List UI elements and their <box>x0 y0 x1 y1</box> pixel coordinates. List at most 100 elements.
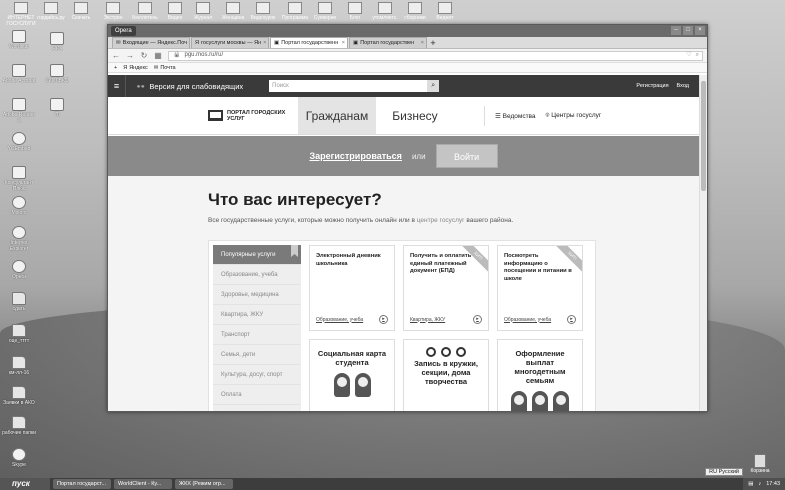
desktop-icon[interactable]: Скачать <box>66 2 96 21</box>
hamburger-menu-icon[interactable]: ≡ <box>108 75 126 97</box>
desktop-icon[interactable]: сборники <box>400 2 430 21</box>
play-icon[interactable]: ▸ <box>567 315 576 324</box>
close-tab-icon[interactable]: × <box>263 38 266 48</box>
desktop-icon[interactable]: Adobe Acrobat <box>2 64 36 84</box>
site-search-input[interactable]: Поиск ⌕ <box>269 80 440 92</box>
browser-tab[interactable]: ✉Входящие — Яндекс.Поч× <box>112 37 190 48</box>
desktop-icon[interactable]: YCEmbed <box>2 132 36 152</box>
accessible-version-link[interactable]: 👓 Версия для слабовидящих <box>136 82 243 91</box>
back-icon[interactable]: ← <box>112 51 120 60</box>
login-button[interactable]: Войти <box>435 144 498 168</box>
service-card-epd[interactable]: ХИТ! Получить и оплатить единый платежны… <box>403 245 489 331</box>
close-tab-icon[interactable]: × <box>189 38 190 48</box>
language-bar[interactable]: RU Русский <box>705 468 743 476</box>
new-tab-button[interactable]: + <box>428 38 438 48</box>
desktop-icon[interactable]: СКОЛЬКО <box>40 64 74 84</box>
browser-tab[interactable]: ▣ Портал государствен × <box>349 37 427 48</box>
desktop-icon[interactable]: Internet Explorer <box>2 226 36 252</box>
service-card-student-card[interactable]: Социальная карта студента <box>309 339 395 411</box>
service-card-diary[interactable]: Электронный дневник школьника Образовани… <box>309 245 395 331</box>
card-category-link[interactable]: Образование, учеба <box>316 317 363 323</box>
close-button[interactable]: × <box>695 26 705 35</box>
desktop-icon[interactable]: сдать <box>2 292 36 312</box>
category-popular[interactable]: Популярные услуги <box>213 245 301 265</box>
taskbar-button[interactable]: Портал государст... <box>53 479 111 489</box>
clock[interactable]: 17:43 <box>766 481 780 487</box>
desktop-icon[interactable]: оцe_тттт <box>2 324 36 344</box>
service-centers-link[interactable]: ⌾ Центры госуслуг <box>546 112 602 120</box>
desktop-icon[interactable]: Wordstar <box>2 30 36 50</box>
register-link[interactable]: Регистрация <box>636 83 668 89</box>
minimize-button[interactable]: – <box>671 26 681 35</box>
login-link[interactable]: Вход <box>677 83 689 89</box>
bookmark-yandex[interactable]: Я Яндекс <box>123 65 147 71</box>
desktop-icon[interactable]: Skype <box>2 448 36 468</box>
tab-citizens[interactable]: Гражданам <box>298 97 376 134</box>
site-logo[interactable]: ПОРТАЛ ГОРОДСКИХ УСЛУГ <box>108 97 298 134</box>
desktop-icon[interactable]: рабочие папки <box>2 416 36 436</box>
card-category-link[interactable]: Квартира, ЖКУ <box>410 317 445 323</box>
category-payment[interactable]: Оплата <box>213 385 301 405</box>
service-card-school-meals[interactable]: ХИТ! Посмотреть информацию о посещении и… <box>497 245 583 331</box>
desktop-icon[interactable]: Программа <box>280 2 310 21</box>
register-link[interactable]: Зарегистрироваться <box>309 151 401 161</box>
desktop-icon[interactable]: Moloto <box>2 196 36 216</box>
search-icon[interactable]: ⌕ <box>696 51 699 60</box>
browser-tab[interactable]: Ягосуслуги москвы — Ян × <box>191 37 269 48</box>
url-field[interactable]: 🔒 pgu.mos.ru/ru/ ♡ ⌕ <box>168 50 703 61</box>
desktop-icon[interactable]: Журнал <box>188 2 218 21</box>
network-icon[interactable]: ▤ <box>748 481 753 487</box>
search-icon[interactable]: ⌕ <box>427 80 440 92</box>
desktop-icon[interactable]: Adobe Reader X <box>2 98 36 124</box>
close-tab-icon[interactable]: × <box>421 38 424 48</box>
desktop-icon[interactable]: 78 <box>40 98 74 118</box>
desktop-icon[interactable]: км-лл-16 <box>2 356 36 376</box>
recycle-bin[interactable]: Корзина <box>747 454 773 474</box>
desktop-icon[interactable]: Заявки в АКО <box>2 386 36 406</box>
service-card-clubs[interactable]: Запись в кружки, секции, дома творчества <box>403 339 489 411</box>
add-bookmark-icon[interactable]: + <box>114 65 117 71</box>
browser-tab-active[interactable]: ▣ Портал государственн × <box>270 37 348 48</box>
apps-icon[interactable]: ▦ <box>154 51 162 60</box>
play-icon[interactable]: ▸ <box>379 315 388 324</box>
category-education[interactable]: Образование, учеба <box>213 265 301 285</box>
desktop-icon[interactable]: Экстрин <box>98 2 128 21</box>
desktop-icon[interactable]: утомляетс. <box>370 2 400 21</box>
maximize-button[interactable]: □ <box>683 26 693 35</box>
desktop-icon[interactable]: Консультант Плюс <box>2 166 36 192</box>
desktop-icon[interactable]: гордийсь.ру <box>36 2 66 21</box>
bookmark-mail[interactable]: ✉ Почта <box>154 65 176 71</box>
category-family[interactable]: Семья, дети <box>213 345 301 365</box>
departments-link[interactable]: ☰ Ведомства <box>495 112 536 120</box>
page-scrollbar[interactable] <box>699 75 707 411</box>
desktop-icon[interactable]: Бюллетень <box>130 2 160 21</box>
scrollbar-thumb[interactable] <box>701 81 706 191</box>
category-culture[interactable]: Культура, досуг, спорт <box>213 365 301 385</box>
desktop-icon[interactable]: ИНТЕРНЕТ ГОСУСЛУГИ <box>6 2 36 27</box>
opera-menu-button[interactable]: Opera <box>111 26 136 36</box>
desktop-icon[interactable]: Видеоурок <box>248 2 278 21</box>
desktop-icon[interactable]: Видео <box>160 2 190 21</box>
category-housing[interactable]: Квартира, ЖКУ <box>213 305 301 325</box>
taskbar-button[interactable]: ЖКХ (Режим огр... <box>175 479 233 489</box>
start-button[interactable]: пуск <box>0 478 50 490</box>
volume-icon[interactable]: ♪ <box>758 481 761 487</box>
reload-icon[interactable]: ↻ <box>140 51 148 60</box>
card-category-link[interactable]: Образование, учеба <box>504 317 551 323</box>
category-transport[interactable]: Транспорт <box>213 325 301 345</box>
close-tab-icon[interactable]: × <box>342 38 345 48</box>
desktop-icon[interactable]: Суеверие <box>310 2 340 21</box>
desktop-icon[interactable]: Виджет <box>430 2 460 21</box>
service-centers-inline-link[interactable]: центре госуслуг <box>417 217 465 224</box>
forward-icon[interactable]: → <box>126 51 134 60</box>
service-card-large-families[interactable]: Оформление выплат многодетным семьям <box>497 339 583 411</box>
desktop-icon[interactable]: Женщина <box>218 2 248 21</box>
taskbar-button[interactable]: WorldClient - Ку... <box>114 479 172 489</box>
tab-business[interactable]: Бизнесу <box>376 97 454 134</box>
category-health[interactable]: Здоровье, медицина <box>213 285 301 305</box>
window-titlebar[interactable]: Opera – □ × <box>108 25 707 37</box>
desktop-icon[interactable]: Opera <box>2 260 36 280</box>
play-icon[interactable]: ▸ <box>473 315 482 324</box>
desktop-icon[interactable]: ЖКХ <box>40 32 74 52</box>
desktop-icon[interactable]: Блог <box>340 2 370 21</box>
